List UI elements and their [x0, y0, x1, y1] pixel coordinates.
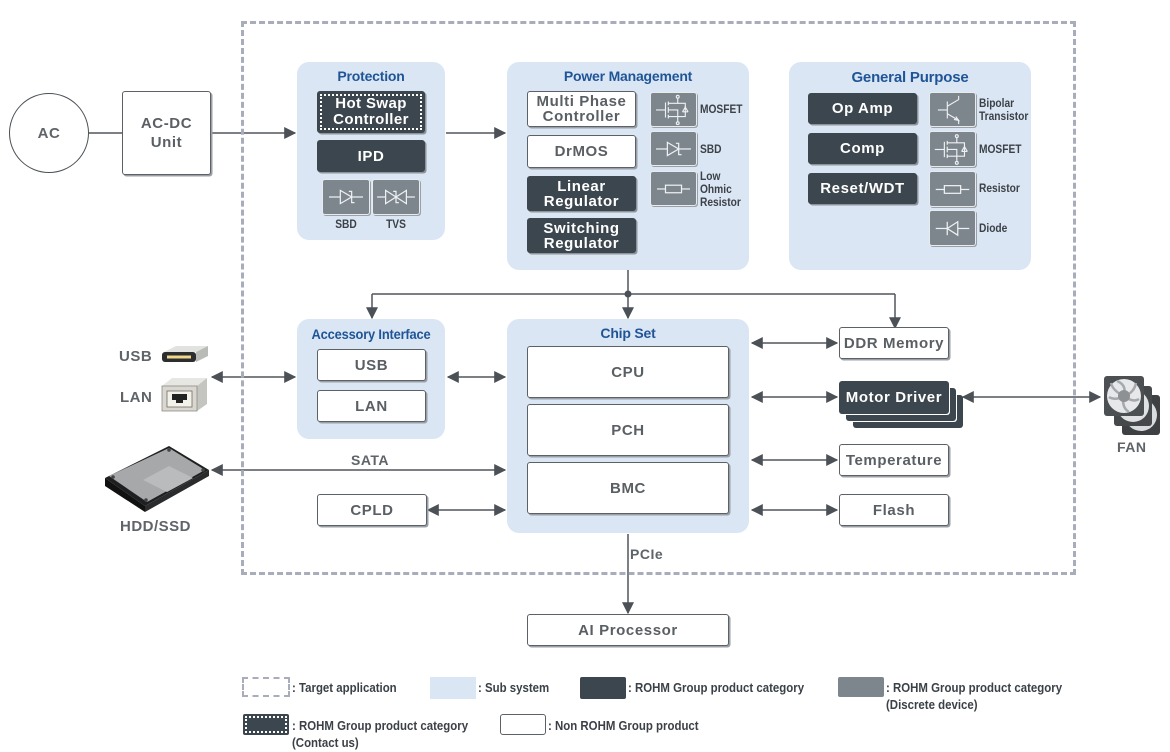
flash-label: Flash	[872, 501, 916, 519]
legend-text-nonrohm: : Non ROHM Group product	[548, 718, 699, 733]
external-lan-label: LAN	[120, 389, 153, 406]
acdc-unit: AC-DC Unit	[122, 91, 211, 175]
protection-sbd-label: SBD	[335, 217, 357, 231]
ddr-memory-block[interactable]: DDR Memory	[839, 327, 949, 359]
reset-wdt-label: Reset/WDT	[820, 180, 905, 197]
gp-bipolar-label: Bipolar Transistor	[979, 96, 1029, 123]
legend-swatch-sub	[430, 677, 476, 699]
op-amp-label: Op Amp	[831, 100, 894, 117]
drmos-block[interactable]: DrMOS	[527, 135, 636, 168]
legend-text-rohm: : ROHM Group product category	[628, 680, 805, 695]
ipd-label: IPD	[357, 147, 385, 165]
ai-processor-block[interactable]: AI Processor	[527, 614, 729, 646]
accessory-interface-title: Accessory Interface	[311, 326, 431, 342]
accessory-lan[interactable]: LAN	[317, 390, 426, 422]
hot-swap-controller[interactable]: Hot Swap Controller	[317, 91, 425, 133]
drmos-label: DrMOS	[554, 143, 609, 160]
sata-label: SATA	[351, 452, 390, 468]
ac-source: AC	[9, 93, 89, 173]
ddr-memory-label: DDR Memory	[843, 334, 945, 352]
external-fan-label: FAN	[1117, 439, 1147, 455]
cpld-label: CPLD	[350, 501, 394, 519]
gp-resistor-label: Resistor	[979, 181, 1020, 195]
switching-regulator-label: Switching Regulator	[543, 219, 620, 252]
bmc-label: BMC	[610, 479, 646, 497]
reset-wdt-block[interactable]: Reset/WDT	[808, 173, 917, 204]
legend: : Target application : Sub system : ROHM…	[240, 675, 1100, 752]
fan-icon	[1103, 375, 1163, 437]
multi-phase-controller[interactable]: Multi Phase Controller	[527, 91, 636, 127]
resistor-icon[interactable]	[929, 171, 976, 207]
comp-label: Comp	[840, 140, 885, 157]
flash-block[interactable]: Flash	[839, 494, 949, 526]
pm-sbd-label: SBD	[700, 142, 722, 156]
cpu-label: CPU	[611, 363, 645, 381]
legend-text-sub: : Sub system	[478, 680, 550, 695]
schottky-diode-icon[interactable]	[650, 131, 697, 166]
pcie-label: PCIe	[630, 546, 664, 562]
resistor-icon[interactable]	[650, 171, 697, 206]
accessory-usb-label: USB	[354, 356, 389, 374]
external-usb-label: USB	[119, 348, 153, 365]
cpu-block[interactable]: CPU	[527, 346, 729, 398]
bmc-block[interactable]: BMC	[527, 462, 729, 514]
motor-driver-block[interactable]: Motor Driver	[839, 381, 949, 414]
temperature-block[interactable]: Temperature	[839, 444, 949, 476]
mosfet-icon[interactable]	[929, 131, 976, 167]
ac-label: AC	[37, 124, 61, 142]
linear-regulator-label: Linear Regulator	[543, 177, 620, 210]
bipolar-transistor-icon[interactable]	[929, 92, 976, 127]
lan-connector-icon	[161, 376, 209, 412]
switching-regulator[interactable]: Switching Regulator	[527, 218, 636, 253]
accessory-lan-label: LAN	[355, 397, 388, 415]
legend-text-discrete: : ROHM Group product category (Discrete …	[886, 680, 1063, 712]
schottky-diode-icon[interactable]	[322, 179, 370, 215]
protection-tvs-label: TVS	[386, 217, 406, 231]
legend-swatch-rohm	[580, 677, 626, 699]
comp-block[interactable]: Comp	[808, 133, 917, 164]
mosfet-icon[interactable]	[650, 92, 697, 127]
protection-title: Protection	[337, 68, 405, 84]
pch-block[interactable]: PCH	[527, 404, 729, 456]
legend-swatch-discrete	[838, 677, 884, 697]
power-management-title: Power Management	[563, 68, 693, 84]
pm-resistor-label: Low Ohmic Resistor	[700, 169, 741, 209]
pm-mosfet-label: MOSFET	[700, 102, 743, 116]
legend-text-target: : Target application	[292, 680, 397, 695]
gp-mosfet-label: MOSFET	[979, 142, 1022, 156]
gp-diode-label: Diode	[979, 221, 1008, 235]
general-purpose-title: General Purpose	[851, 69, 969, 86]
motor-driver-label: Motor Driver	[845, 389, 943, 406]
legend-text-contact: : ROHM Group product category (Contact u…	[292, 718, 469, 750]
temperature-label: Temperature	[845, 451, 943, 469]
acdc-label: AC-DC Unit	[140, 115, 193, 151]
legend-swatch-nonrohm	[500, 714, 546, 735]
accessory-usb[interactable]: USB	[317, 349, 426, 381]
chip-set-title: Chip Set	[600, 325, 656, 341]
multi-phase-label: Multi Phase Controller	[536, 93, 627, 125]
hdd-ssd-icon	[103, 440, 211, 512]
hot-swap-label: Hot Swap Controller	[333, 95, 409, 128]
ipd-block[interactable]: IPD	[317, 140, 425, 172]
ai-processor-label: AI Processor	[578, 621, 678, 639]
legend-swatch-target	[242, 677, 290, 697]
diode-icon[interactable]	[929, 210, 976, 246]
usb-connector-icon	[160, 344, 210, 364]
external-hdd-label: HDD/SSD	[120, 518, 192, 535]
op-amp-block[interactable]: Op Amp	[808, 93, 917, 124]
pch-label: PCH	[611, 421, 645, 439]
linear-regulator[interactable]: Linear Regulator	[527, 176, 636, 211]
cpld-block[interactable]: CPLD	[317, 494, 427, 526]
legend-swatch-contact	[243, 714, 289, 735]
tvs-diode-icon[interactable]	[372, 179, 420, 215]
